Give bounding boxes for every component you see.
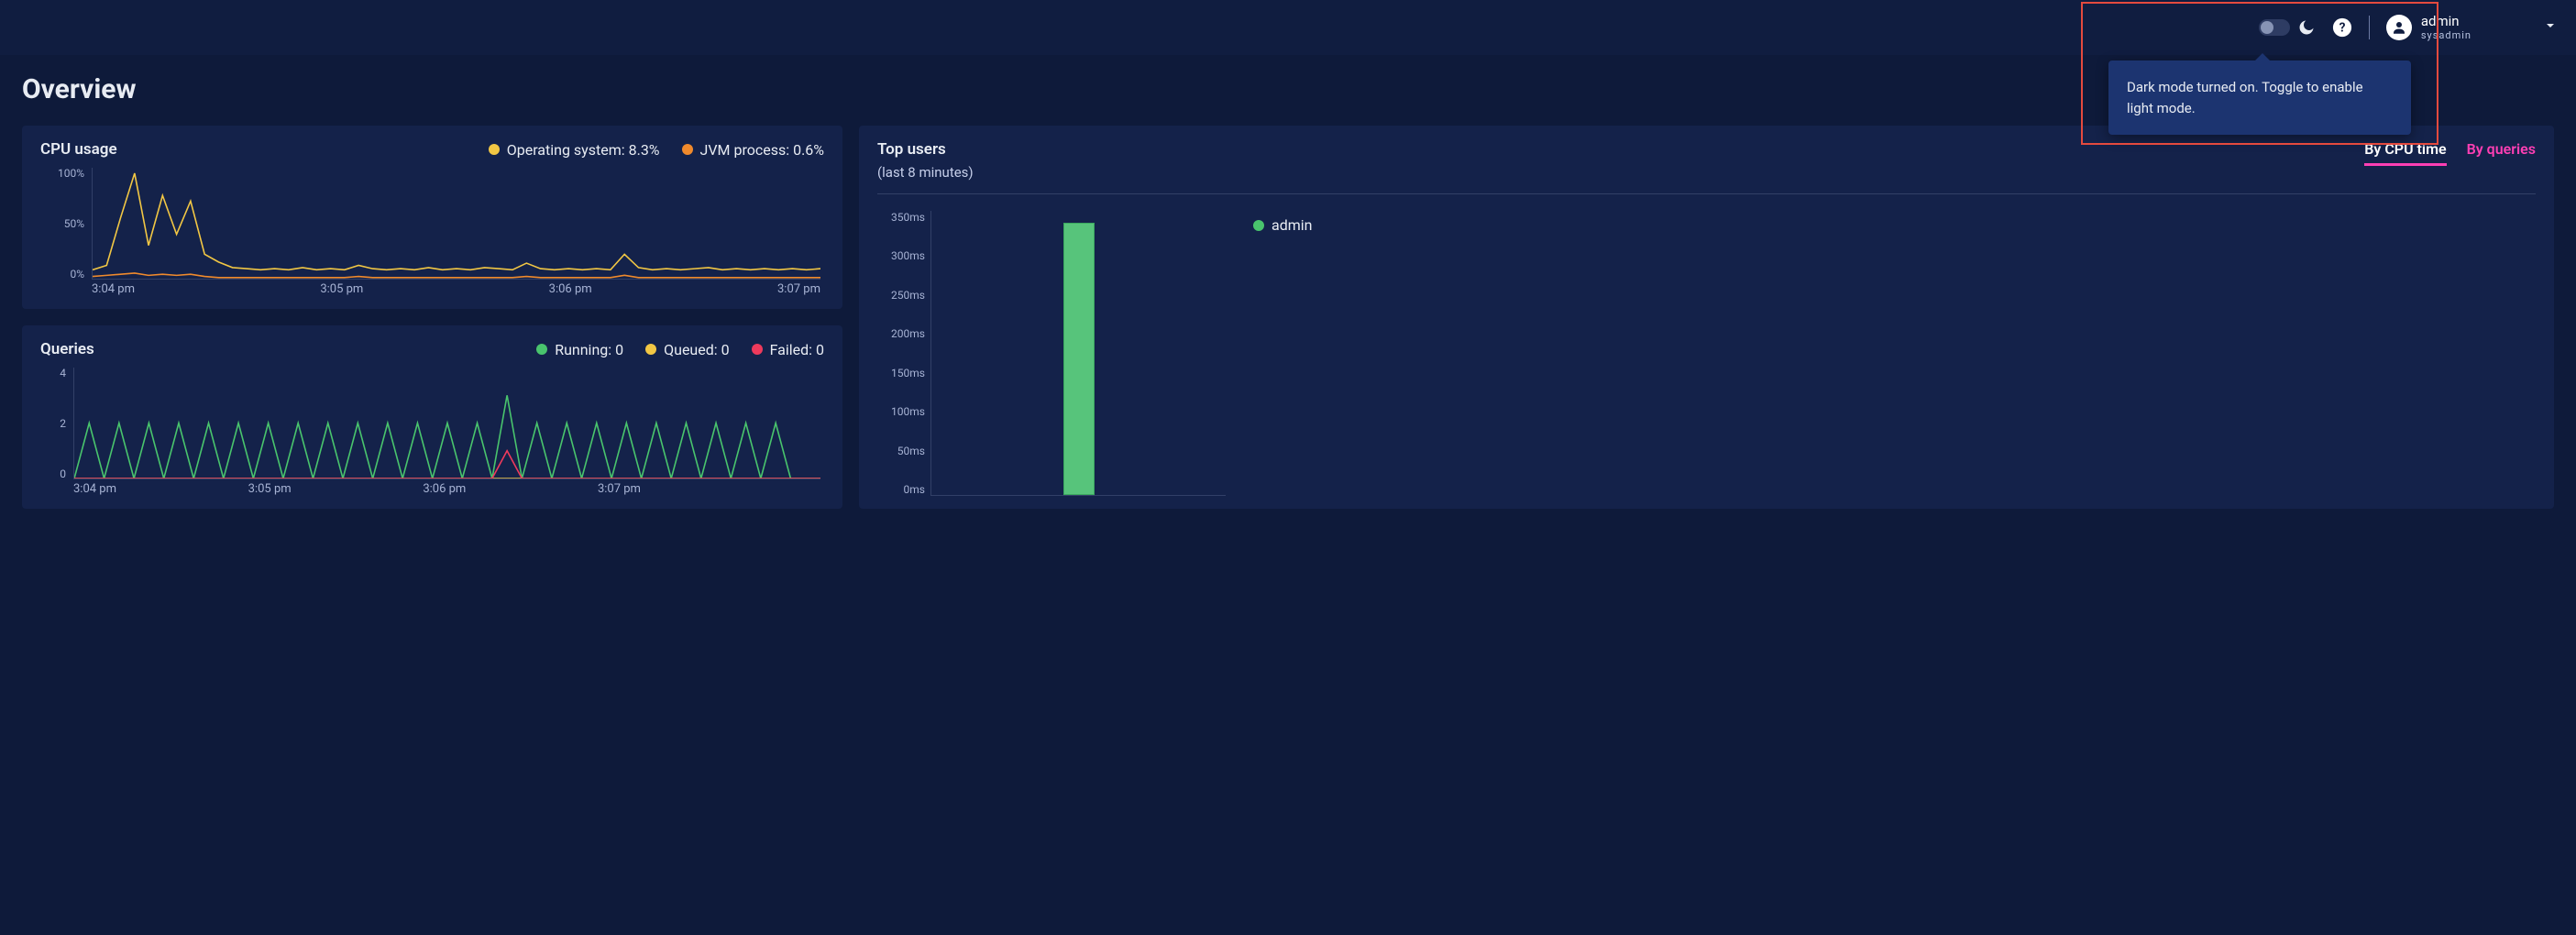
cpu-legend: Operating system: 8.3% JVM process: 0.6% [489,141,824,159]
cpu-y-tick: 0% [40,269,84,280]
top-users-y-tick: 100ms [877,405,925,418]
top-users-legend-label: admin [1271,216,1312,234]
queries-x-axis: 3:04 pm 3:05 pm 3:06 pm 3:07 pm [73,482,641,496]
top-users-y-tick: 50ms [877,445,925,457]
dot-running-icon [536,344,547,355]
user-role: sysadmin [2421,29,2471,41]
cpu-plot [92,168,820,280]
cpu-x-tick: 3:07 pm [777,282,820,296]
top-users-y-axis: 350ms 300ms 250ms 200ms 150ms 100ms 50ms… [877,211,925,496]
topbar-divider [2369,16,2370,39]
queries-legend-failed: Failed: 0 [752,341,824,358]
top-users-bar-plot [930,211,1226,496]
top-users-legend: admin [1253,211,1312,496]
cpu-x-tick: 3:04 pm [92,282,135,296]
dot-os-icon [489,144,500,155]
queries-y-tick: 4 [40,368,66,379]
moon-icon [2297,18,2316,37]
top-users-title-wrap: Top users (last 8 minutes) [877,140,974,181]
dot-jvm-icon [682,144,693,155]
queries-x-tick: 3:04 pm [73,482,116,496]
queries-legend: Running: 0 Queued: 0 Failed: 0 [536,341,824,358]
cpu-y-tick: 100% [40,168,84,179]
queries-y-tick: 0 [40,468,66,479]
top-users-y-tick: 150ms [877,367,925,380]
cpu-usage-card: CPU usage Operating system: 8.3% JVM pro… [22,126,842,309]
user-text: admin sysadmin [2421,13,2471,41]
dot-admin-icon [1253,220,1264,231]
cpu-x-tick: 3:05 pm [320,282,363,296]
dark-mode-toggle-wrap [2259,18,2316,37]
cpu-legend-os: Operating system: 8.3% [489,141,660,159]
cpu-legend-os-label: Operating system: 8.3% [507,141,660,159]
top-users-bar [1063,223,1095,495]
top-users-y-tick: 350ms [877,211,925,224]
queries-card-head: Queries Running: 0 Queued: 0 Failed: 0 [40,340,824,358]
cpu-chart: 100% 50% 0% 3:04 pm 3:05 pm 3:06 pm 3:07… [40,168,824,296]
top-users-card: Top users (last 8 minutes) By CPU time B… [859,126,2554,509]
cpu-y-tick: 50% [40,218,84,229]
svg-text:?: ? [2339,21,2345,36]
queries-legend-running: Running: 0 [536,341,623,358]
queries-card-title: Queries [40,340,94,358]
user-name: admin [2421,13,2471,29]
cpu-y-axis: 100% 50% 0% [40,168,84,280]
tab-by-cpu-time[interactable]: By CPU time [2364,140,2446,166]
top-users-head: Top users (last 8 minutes) By CPU time B… [877,140,2536,181]
queries-x-tick: 3:06 pm [423,482,466,496]
queries-legend-running-label: Running: 0 [555,341,623,358]
top-users-y-tick: 200ms [877,327,925,340]
tab-by-queries[interactable]: By queries [2467,140,2536,166]
queries-y-tick: 2 [40,418,66,429]
top-users-tabs: By CPU time By queries [2364,140,2536,166]
avatar-icon [2386,15,2412,40]
queries-x-tick: 3:07 pm [598,482,641,496]
top-users-legend-item: admin [1253,216,1312,234]
dot-queued-icon [645,344,656,355]
cpu-legend-jvm-label: JVM process: 0.6% [700,141,824,159]
queries-plot [73,368,820,479]
queries-legend-queued: Queued: 0 [645,341,729,358]
top-users-body: 350ms 300ms 250ms 200ms 150ms 100ms 50ms… [877,211,2536,496]
cpu-card-title: CPU usage [40,140,117,159]
top-users-title: Top users [877,140,974,159]
queries-y-axis: 4 2 0 [40,368,66,479]
dark-mode-tooltip: Dark mode turned on. Toggle to enable li… [2108,60,2411,135]
queries-card: Queries Running: 0 Queued: 0 Failed: 0 [22,325,842,509]
dark-mode-toggle[interactable] [2259,19,2290,36]
top-users-y-tick: 250ms [877,289,925,302]
top-users-bar-chart: 350ms 300ms 250ms 200ms 150ms 100ms 50ms… [877,211,1226,496]
cpu-card-head: CPU usage Operating system: 8.3% JVM pro… [40,140,824,159]
help-icon[interactable]: ? [2332,17,2352,38]
topbar: ? admin sysadmin Dark mode turned on. To… [0,0,2576,55]
cpu-legend-jvm: JVM process: 0.6% [682,141,824,159]
top-users-subtitle: (last 8 minutes) [877,164,974,181]
top-users-divider [877,193,2536,194]
top-users-y-tick: 300ms [877,249,925,262]
page: Overview CPU usage Operating system: 8.3… [0,55,2576,935]
cpu-x-axis: 3:04 pm 3:05 pm 3:06 pm 3:07 pm [92,282,820,296]
queries-chart: 4 2 0 3:04 pm 3:05 pm 3:06 pm 3:07 pm [40,368,824,496]
user-menu[interactable]: admin sysadmin [2386,13,2471,41]
chevron-down-icon[interactable] [2488,18,2558,37]
queries-legend-failed-label: Failed: 0 [770,341,824,358]
queries-x-tick: 3:05 pm [248,482,292,496]
top-users-y-tick: 0ms [877,483,925,496]
queries-legend-queued-label: Queued: 0 [664,341,729,358]
dot-failed-icon [752,344,763,355]
cpu-x-tick: 3:06 pm [549,282,592,296]
dashboard-grid: CPU usage Operating system: 8.3% JVM pro… [22,126,2554,914]
